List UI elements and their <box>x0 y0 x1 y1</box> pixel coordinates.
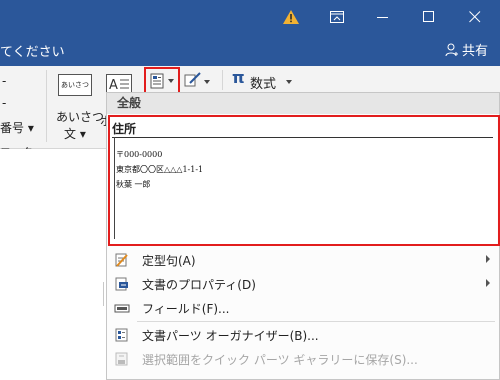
svg-text:A: A <box>109 78 118 93</box>
share-button[interactable]: 共有 <box>445 40 488 59</box>
organizer-icon <box>115 328 128 342</box>
menu-item-label: 文書パーツ オーガナイザー(B)... <box>142 329 319 343</box>
greeting-label: あいさつ <box>56 110 105 124</box>
warning-icon[interactable] <box>268 0 314 34</box>
chevron-down-icon <box>286 80 292 84</box>
menu-item-autotext[interactable]: 定型句(A) <box>108 248 498 272</box>
menu-item-document-property[interactable]: 文書のプロパティ(D) <box>108 272 498 296</box>
menu-item-field[interactable]: フィールド(F)... <box>108 296 498 320</box>
gallery-item-highlight <box>108 115 500 246</box>
minimize-button[interactable] <box>360 0 406 34</box>
autotext-icon <box>115 253 128 267</box>
submenu-arrow-icon <box>486 255 490 263</box>
greeting-label-2: 文 ▾ <box>64 127 86 141</box>
equation-label: 数式 <box>250 77 277 92</box>
menu-item-label: 定型句(A) <box>142 254 196 268</box>
gallery-category-header: 全般 <box>107 93 499 114</box>
ribbon-left-arrow-2[interactable]: - <box>2 96 6 110</box>
document-property-icon <box>115 277 128 291</box>
tell-me-bar: てください 共有 <box>0 34 500 66</box>
menu-item-building-blocks-organizer[interactable]: 文書パーツ オーガナイザー(B)... <box>108 323 498 347</box>
page-number-button[interactable]: 番号 ▾ <box>0 119 34 136</box>
menu-item-label: 文書のプロパティ(D) <box>142 278 256 292</box>
save-selection-icon <box>115 352 128 366</box>
submenu-arrow-icon <box>486 279 490 287</box>
close-button[interactable] <box>452 0 498 34</box>
chevron-down-icon <box>204 80 210 84</box>
maximize-button[interactable] <box>406 0 452 34</box>
menu-item-label: 選択範囲をクイック パーツ ギャラリーに保存(S)... <box>142 353 418 367</box>
quick-parts-menu: 全般 住所 〒000-0000 東京都〇〇区△△△1-1-1 秋葉 一郎 定型句… <box>106 92 500 380</box>
ribbon-divider <box>46 70 47 142</box>
textbox-icon: A <box>106 74 132 94</box>
greeting-icon: あいさつ <box>58 74 92 96</box>
menu-item-save-selection: 選択範囲をクイック パーツ ギャラリーに保存(S)... <box>108 347 498 371</box>
title-bar <box>0 0 500 34</box>
signature-pen-icon <box>184 72 201 87</box>
ribbon-divider <box>222 70 223 90</box>
equation-button[interactable]: π 数式 <box>232 68 296 92</box>
signature-line-button[interactable] <box>184 72 214 92</box>
menu-separator <box>137 321 495 322</box>
person-icon <box>445 43 458 56</box>
field-icon <box>114 304 130 313</box>
share-label: 共有 <box>461 44 488 59</box>
greeting-button[interactable]: あいさつ あいさつ 文 ▾ <box>56 72 104 141</box>
quick-parts-highlight <box>144 67 180 95</box>
tell-me-hint[interactable]: てください <box>0 41 65 60</box>
menu-item-label: フィールド(F)... <box>142 302 230 316</box>
ribbon-display-options-icon[interactable] <box>314 0 360 34</box>
ribbon-left-arrow[interactable]: - <box>2 74 6 88</box>
pi-icon: π <box>232 68 245 87</box>
page-number-label: 番号 <box>0 121 25 135</box>
